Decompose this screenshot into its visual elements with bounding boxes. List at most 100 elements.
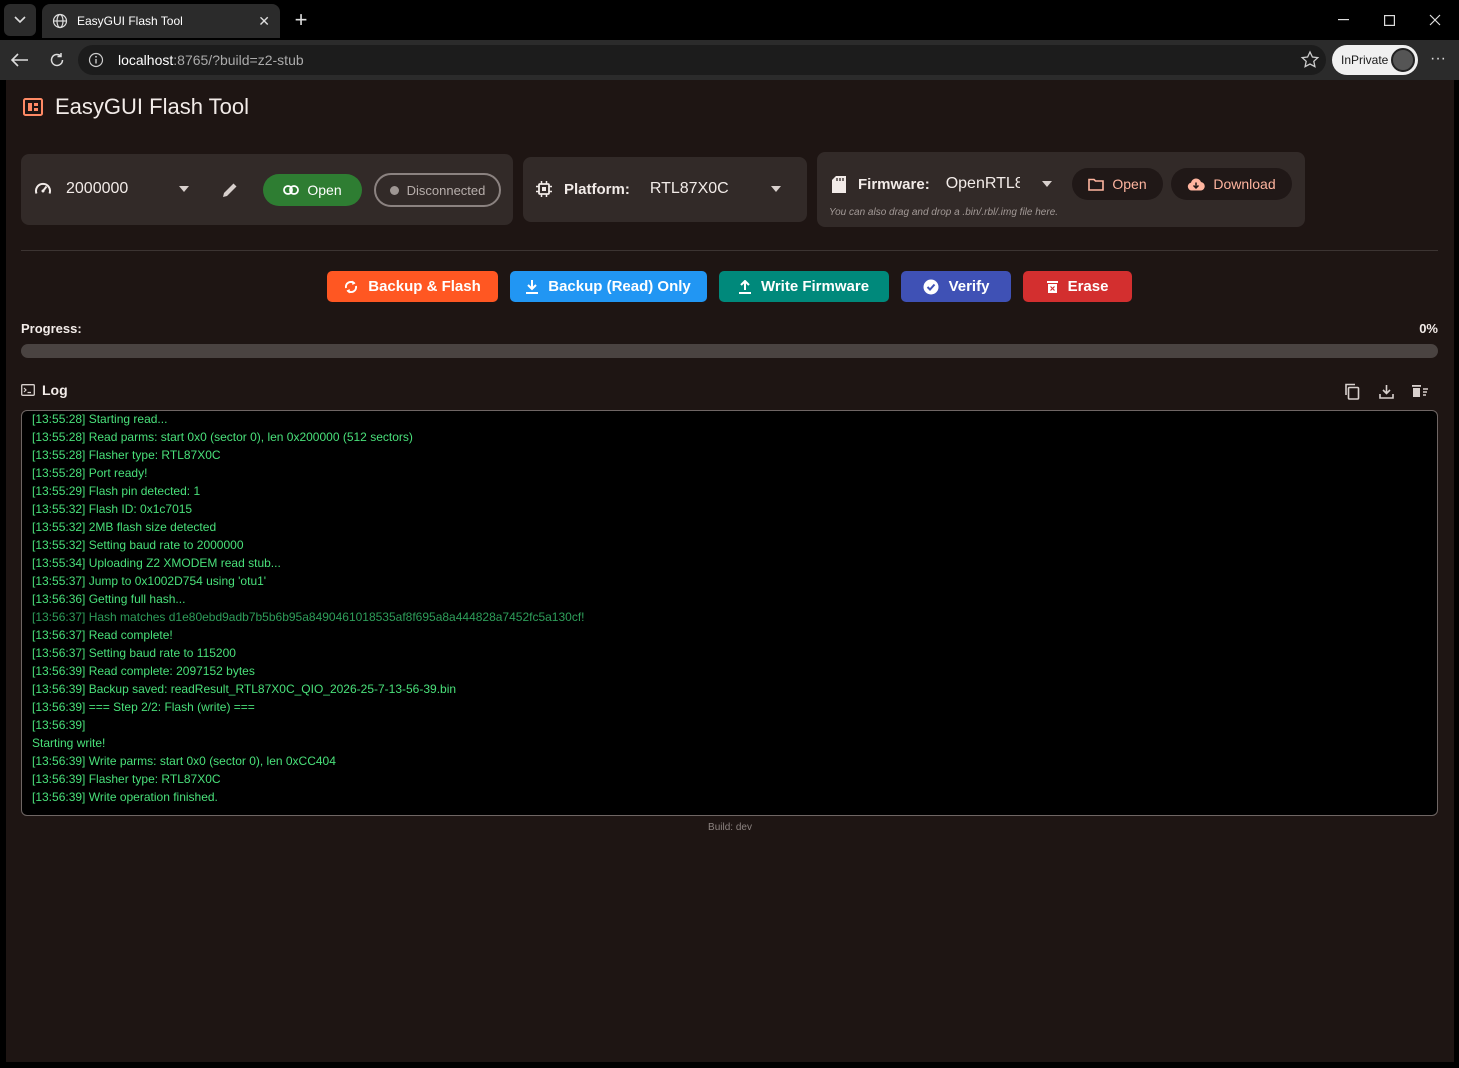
tab-actions-button[interactable] xyxy=(4,4,36,36)
baud-select[interactable]: 2000000 xyxy=(34,180,190,198)
download-firmware-label: Download xyxy=(1213,176,1276,192)
sync-icon xyxy=(345,280,358,293)
log-line: [13:56:39] Write operation finished. xyxy=(32,790,218,804)
sd-card-icon xyxy=(832,175,846,193)
log-line: [13:56:37] Setting baud rate to 115200 xyxy=(32,646,236,660)
download-log-button[interactable] xyxy=(1375,380,1397,402)
minimize-button[interactable] xyxy=(1320,0,1366,40)
log-line: [13:56:37] Hash matches d1e80ebd9adb7b5b… xyxy=(32,610,585,624)
log-line: [13:56:39] === Step 2/2: Flash (write) =… xyxy=(32,700,255,714)
log-line: [13:55:34] Uploading Z2 XMODEM read stub… xyxy=(32,556,281,570)
log-line: [13:55:32] Flash ID: 0x1c7015 xyxy=(32,502,193,516)
caret-down-icon xyxy=(1041,181,1052,187)
download-icon xyxy=(526,279,539,294)
browser-tab[interactable]: EasyGUI Flash Tool ✕ xyxy=(42,4,280,38)
erase-label: Erase xyxy=(1067,278,1109,295)
download-firmware-button[interactable]: Download xyxy=(1171,168,1292,200)
browser-toolbar: localhost:8765/?build=z2-stub InPrivate … xyxy=(0,40,1459,80)
log-line: [13:56:39] Flasher type: RTL87X0C xyxy=(32,772,221,786)
log-line: [13:55:28] Port ready! xyxy=(32,466,148,480)
log-title: Log xyxy=(42,382,68,398)
cpu-icon xyxy=(536,181,552,197)
settings-more-button[interactable]: ··· xyxy=(1426,50,1450,70)
app-page: EasyGUI Flash Tool 2000000 Open Disconne… xyxy=(6,80,1454,1062)
info-icon[interactable] xyxy=(88,52,104,68)
log-line: [13:56:39] xyxy=(32,718,89,732)
inprivate-label: InPrivate xyxy=(1341,53,1389,67)
platform-select[interactable]: Platform: RTL87X0C xyxy=(536,180,781,198)
maximize-icon xyxy=(1383,14,1395,26)
edit-baud-button[interactable] xyxy=(221,181,239,199)
app-header: EasyGUI Flash Tool xyxy=(22,94,249,120)
verify-button[interactable]: Verify xyxy=(901,271,1011,302)
back-button[interactable] xyxy=(6,46,34,74)
page-title: EasyGUI Flash Tool xyxy=(55,94,250,119)
log-line: [13:55:29] Flash pin detected: 1 xyxy=(32,484,201,498)
platform-card: Platform: RTL87X0C xyxy=(523,157,807,222)
log-line: [13:55:28] Starting read... xyxy=(32,412,168,426)
firmware-select[interactable]: Firmware: OpenRTL8 xyxy=(832,175,1052,193)
log-line: Starting write! xyxy=(32,736,106,750)
log-line: [13:55:32] 2MB flash size detected xyxy=(32,520,217,534)
backup-and-flash-label: Backup & Flash xyxy=(368,278,481,295)
log-line: [13:55:37] Jump to 0x1002D754 using 'otu… xyxy=(32,574,267,588)
backup-only-button[interactable]: Backup (Read) Only xyxy=(510,271,707,302)
log-line: [13:55:28] Flasher type: RTL87X0C xyxy=(32,448,221,462)
write-firmware-label: Write Firmware xyxy=(760,278,870,295)
trash-icon xyxy=(1046,281,1058,293)
copy-icon xyxy=(1345,383,1360,400)
caret-down-icon xyxy=(179,186,190,192)
progress-label: Progress: xyxy=(21,321,82,336)
speedometer-icon xyxy=(35,182,51,194)
memory-chip-icon xyxy=(23,98,43,116)
open-firmware-label: Open xyxy=(1112,176,1147,192)
log-line: [13:56:37] Read complete! xyxy=(32,628,173,642)
url-host: localhost xyxy=(118,52,174,68)
caret-down-icon xyxy=(770,186,781,192)
connection-status-label: Disconnected xyxy=(406,182,486,198)
log-line: [13:56:36] Getting full hash... xyxy=(32,592,186,606)
refresh-button[interactable] xyxy=(43,46,71,74)
copy-log-button[interactable] xyxy=(1341,380,1363,402)
firmware-card: Firmware: OpenRTL8 Open Download You can… xyxy=(817,152,1305,227)
verify-label: Verify xyxy=(948,278,990,295)
log-header: Log xyxy=(21,382,68,398)
globe-icon xyxy=(52,13,68,29)
download-icon xyxy=(1378,384,1394,399)
baud-value: 2000000 xyxy=(66,180,129,197)
log-lines: [13:55:28] Starting read... [13:55:28] Re… xyxy=(32,411,585,806)
open-firmware-button[interactable]: Open xyxy=(1072,168,1163,200)
clear-log-button[interactable] xyxy=(1409,380,1431,402)
favorite-star-icon[interactable] xyxy=(1300,50,1320,70)
write-firmware-button[interactable]: Write Firmware xyxy=(719,271,889,302)
log-output[interactable]: [13:55:28] Starting read... [13:55:28] Re… xyxy=(21,410,1438,816)
log-line: [13:56:39] Read complete: 2097152 bytes xyxy=(32,664,255,678)
verified-check-icon xyxy=(923,279,939,294)
open-port-label: Open xyxy=(307,182,342,198)
cloud-download-icon xyxy=(1188,177,1206,190)
build-info: Build: dev xyxy=(708,822,752,833)
platform-label: Platform: xyxy=(564,180,630,198)
platform-value: RTL87X0C xyxy=(649,180,729,197)
upload-icon xyxy=(738,279,751,294)
drag-drop-hint: You can also drag and drop a .bin/.rbl/.… xyxy=(829,207,1059,218)
open-port-button[interactable]: Open xyxy=(263,174,362,206)
erase-button[interactable]: Erase xyxy=(1023,271,1132,302)
backup-only-label: Backup (Read) Only xyxy=(548,278,691,295)
maximize-button[interactable] xyxy=(1366,0,1412,40)
inprivate-badge[interactable]: InPrivate xyxy=(1332,45,1418,75)
url-path: :8765/?build=z2-stub xyxy=(173,52,304,68)
backup-and-flash-button[interactable]: Backup & Flash xyxy=(327,271,498,302)
new-tab-button[interactable]: + xyxy=(288,8,314,32)
address-bar[interactable]: localhost:8765/?build=z2-stub xyxy=(78,45,1326,75)
close-tab-icon[interactable]: ✕ xyxy=(258,13,270,30)
avatar xyxy=(1391,48,1415,72)
terminal-icon xyxy=(21,384,35,396)
browser-tab-bar: EasyGUI Flash Tool ✕ + xyxy=(0,0,1459,40)
firmware-label: Firmware: xyxy=(858,175,930,193)
section-divider xyxy=(21,250,1438,251)
close-icon xyxy=(1429,14,1441,26)
close-window-button[interactable] xyxy=(1412,0,1458,40)
connection-card: 2000000 Open Disconnected xyxy=(21,154,513,225)
refresh-icon xyxy=(50,53,64,67)
